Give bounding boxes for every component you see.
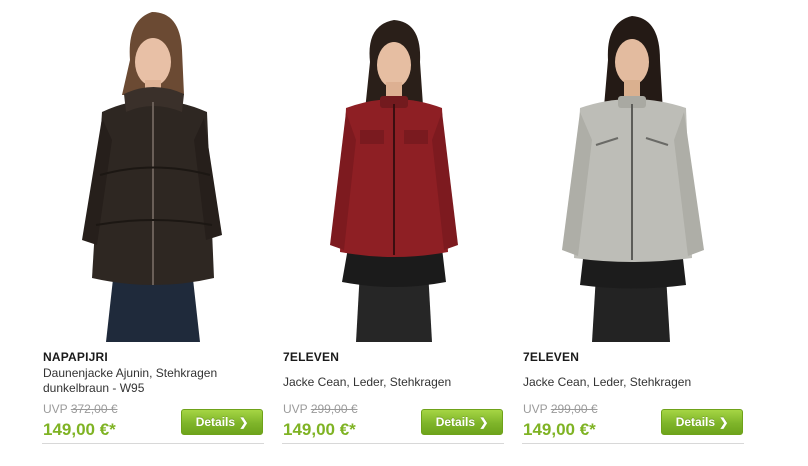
- product-brand: 7ELEVEN: [523, 350, 580, 364]
- chevron-right-icon: ❯: [239, 416, 249, 429]
- sale-price: 149,00 €*: [523, 420, 596, 439]
- divider: [522, 443, 744, 444]
- uvp-label: UVP: [283, 402, 308, 416]
- product-title[interactable]: Jacke Cean, Leder, Stehkragen: [523, 375, 738, 390]
- details-label: Details: [435, 415, 476, 429]
- details-button[interactable]: Details ❯: [661, 409, 743, 435]
- details-button[interactable]: Details ❯: [181, 409, 263, 435]
- product-title[interactable]: Daunenjacke Ajunin, Stehkragen dunkelbra…: [43, 366, 258, 396]
- uvp-amount: 372,00 €: [70, 402, 118, 416]
- details-label: Details: [195, 415, 236, 429]
- sale-price: 149,00 €*: [283, 420, 356, 439]
- uvp-price: UVP 299,00 €: [523, 402, 598, 416]
- uvp-amount: 299,00 €: [550, 402, 598, 416]
- uvp-label: UVP: [43, 402, 68, 416]
- details-label: Details: [675, 415, 716, 429]
- divider: [282, 443, 504, 444]
- chevron-right-icon: ❯: [479, 416, 489, 429]
- uvp-price: UVP 372,00 €: [43, 402, 118, 416]
- product-image[interactable]: [282, 0, 504, 342]
- divider: [42, 443, 264, 444]
- product-image[interactable]: [42, 0, 264, 342]
- product-title[interactable]: Jacke Cean, Leder, Stehkragen: [283, 375, 498, 390]
- product-card[interactable]: 7ELEVEN Jacke Cean, Leder, Stehkragen UV…: [282, 0, 504, 466]
- product-card[interactable]: 7ELEVEN Jacke Cean, Leder, Stehkragen UV…: [522, 0, 744, 466]
- uvp-price: UVP 299,00 €: [283, 402, 358, 416]
- product-image[interactable]: [522, 0, 744, 342]
- details-button[interactable]: Details ❯: [421, 409, 503, 435]
- uvp-amount: 299,00 €: [310, 402, 358, 416]
- uvp-label: UVP: [523, 402, 548, 416]
- product-brand: NAPAPIJRI: [43, 350, 108, 364]
- product-card[interactable]: NAPAPIJRI Daunenjacke Ajunin, Stehkragen…: [42, 0, 264, 466]
- sale-price: 149,00 €*: [43, 420, 116, 439]
- chevron-right-icon: ❯: [719, 416, 729, 429]
- product-brand: 7ELEVEN: [283, 350, 340, 364]
